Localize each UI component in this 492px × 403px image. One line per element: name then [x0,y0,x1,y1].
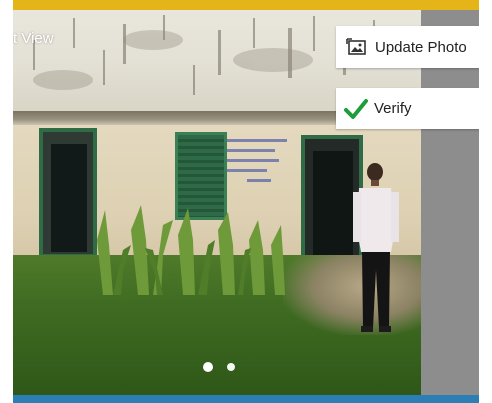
pager-dot[interactable] [227,363,235,371]
pager-dots [13,358,421,378]
checkmark-icon [344,98,368,120]
app-frame: t View Update Photo Verify [0,0,492,403]
top-accent-bar [13,0,479,10]
bottom-accent-bar [13,395,479,403]
photo-viewer[interactable]: t View Update Photo Verify [13,10,479,395]
verify-button[interactable]: Verify [336,88,479,129]
wall-writing [227,132,297,202]
update-photo-button[interactable]: Update Photo [336,26,479,68]
person-standing [353,163,399,332]
viewer-title: t View [13,30,54,47]
verify-label: Verify [374,100,412,117]
image-icon [345,36,367,58]
pager-dot-active[interactable] [203,362,213,372]
update-photo-label: Update Photo [375,38,467,56]
